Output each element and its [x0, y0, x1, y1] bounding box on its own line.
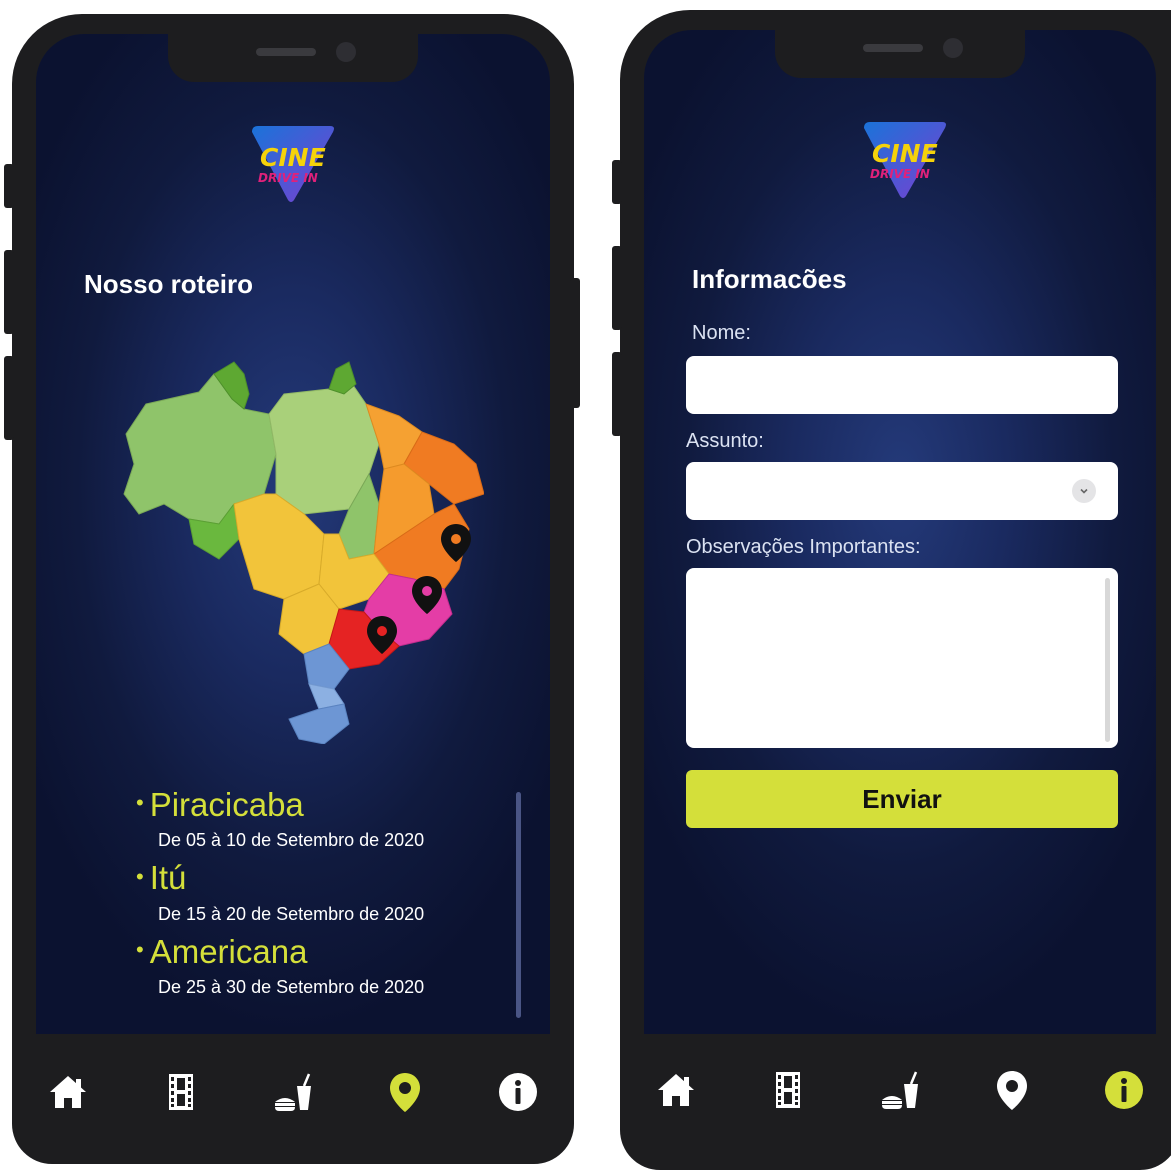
region-rio-grande-sul [288, 703, 350, 744]
bullet-icon: • [136, 790, 144, 816]
nav-films[interactable] [157, 1068, 205, 1116]
logo-line1: CINE [872, 139, 938, 168]
city-dates: De 25 à 30 de Setembro de 2020 [158, 976, 425, 997]
bottom-nav [620, 1030, 1171, 1150]
logo-line2: DRIVE IN [258, 171, 318, 185]
notch [168, 34, 418, 82]
info-title: Informacões [692, 264, 847, 294]
notch [775, 30, 1025, 78]
route-title: Nosso roteiro [84, 269, 254, 299]
cine-drive-in-logo: CINE DRIVE IN [246, 124, 336, 204]
nav-info[interactable] [494, 1068, 542, 1116]
notes-field[interactable] [686, 568, 1118, 748]
send-button[interactable]: Enviar [686, 770, 1118, 828]
city-list: • Piracicaba De 05 à 10 de Setembro de 20… [136, 786, 476, 1006]
film-icon [776, 1072, 800, 1108]
name-input[interactable] [686, 356, 1118, 414]
nav-home[interactable] [652, 1066, 700, 1114]
volume-up-button [612, 246, 622, 330]
bullet-icon: • [136, 936, 144, 962]
list-item[interactable]: • Piracicaba De 05 à 10 de Setembro de 20… [136, 786, 476, 851]
info-screen: CINE DRIVE IN Informacões Nome: Assunto:… [644, 30, 1156, 1034]
brazil-map [123, 361, 484, 744]
volume-down-button [4, 356, 14, 440]
city-name: Itú [149, 859, 187, 897]
subject-value [686, 462, 1118, 520]
bottom-nav [12, 1032, 574, 1152]
subject-label: Assunto: [686, 430, 764, 452]
chevron-down-icon[interactable] [1072, 479, 1096, 503]
map-pin-icon [390, 1073, 421, 1112]
list-item[interactable]: • Americana De 25 à 30 de Setembro de 202… [136, 933, 476, 998]
list-item[interactable]: • Itú De 15 à 20 de Setembro de 2020 [136, 859, 476, 924]
city-dates: De 05 à 10 de Setembro de 2020 [158, 830, 425, 851]
city-name: Piracicaba [149, 786, 304, 823]
notes-textarea[interactable] [686, 568, 1118, 748]
logo-line2: DRIVE IN [870, 167, 930, 181]
info-icon [498, 1073, 537, 1111]
logo-line1: CINE [260, 143, 326, 172]
home-icon [658, 1074, 694, 1106]
film-icon [168, 1074, 193, 1110]
speaker [256, 48, 316, 56]
map-pin-icon [997, 1071, 1027, 1110]
mute-switch [4, 164, 14, 208]
scrollbar[interactable] [516, 792, 521, 1018]
bullet-icon: • [136, 863, 144, 889]
volume-up-button [4, 250, 14, 334]
info-icon [1105, 1071, 1143, 1109]
notes-label: Observações Importantes: [686, 536, 921, 558]
nav-info[interactable] [1100, 1066, 1148, 1114]
name-label: Nome: [692, 322, 751, 344]
cine-drive-in-logo: CINE DRIVE IN [858, 120, 948, 200]
front-camera [943, 38, 963, 58]
textarea-scrollbar[interactable] [1105, 578, 1110, 742]
volume-down-button [612, 352, 622, 436]
nav-map[interactable] [381, 1068, 429, 1116]
phone-info: CINE DRIVE IN Informacões Nome: Assunto:… [612, 10, 1171, 1170]
food-drink-icon [274, 1073, 311, 1111]
speaker [863, 44, 923, 52]
power-button [570, 278, 580, 408]
route-screen: CINE DRIVE IN Nosso roteiro • Piracicaba… [36, 34, 550, 1034]
food-drink-icon [882, 1071, 918, 1109]
nav-home[interactable] [44, 1068, 92, 1116]
nav-films[interactable] [764, 1066, 812, 1114]
name-field[interactable] [686, 356, 1118, 414]
nav-snacks[interactable] [269, 1068, 317, 1116]
city-name: Americana [149, 932, 308, 970]
home-icon [50, 1076, 87, 1108]
mute-switch [612, 160, 622, 204]
subject-select[interactable] [686, 462, 1118, 520]
front-camera [336, 42, 356, 62]
nav-snacks[interactable] [876, 1066, 924, 1114]
phone-route: CINE DRIVE IN Nosso roteiro • Piracicaba… [4, 14, 580, 1164]
city-dates: De 15 à 20 de Setembro de 2020 [158, 903, 425, 924]
nav-map[interactable] [988, 1066, 1036, 1114]
